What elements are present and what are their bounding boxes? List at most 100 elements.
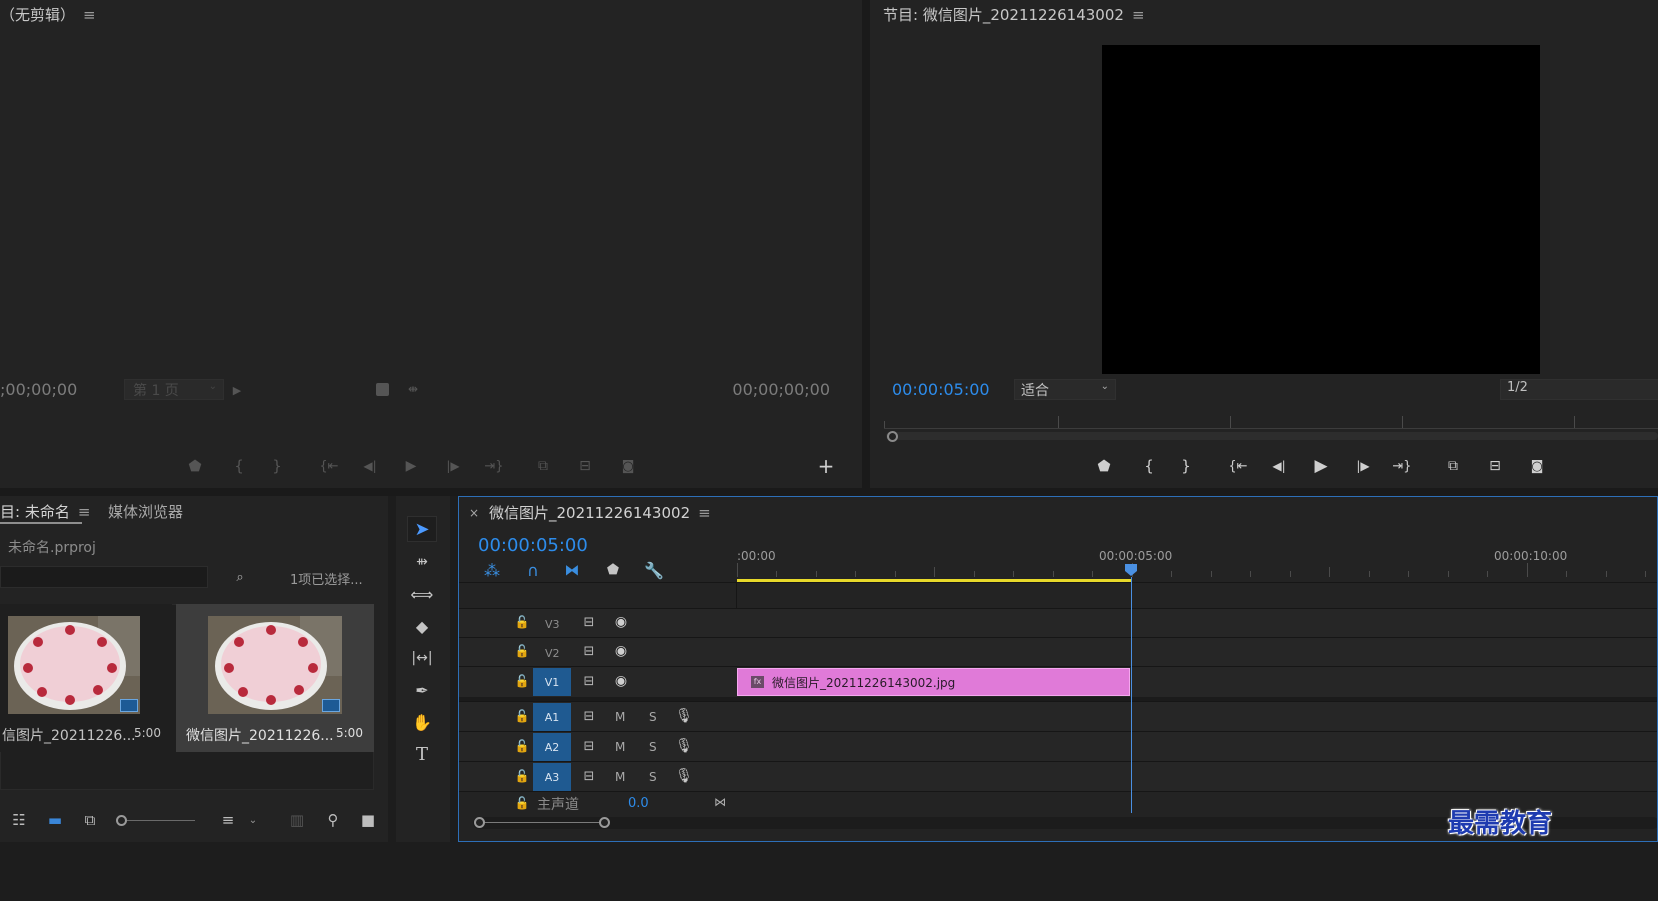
chevron-down-icon[interactable]: ⌄ [246, 811, 260, 829]
clip-thumbnail[interactable] [208, 616, 342, 714]
icon-view-icon[interactable]: ▬ [44, 811, 66, 829]
insert-icon[interactable]: ⧉ [530, 457, 556, 475]
zoom-handle-left[interactable] [887, 431, 898, 442]
mark-in-icon[interactable]: { [230, 457, 248, 475]
close-sequence-icon[interactable]: × [469, 506, 479, 520]
scrollbar-handle-left[interactable] [474, 817, 485, 828]
panel-menu-icon[interactable]: ≡ [83, 6, 96, 24]
sync-lock-icon[interactable]: ⊟ [580, 708, 598, 724]
program-monitor-title[interactable]: 节目: 微信图片_20211226143002 ≡ [883, 4, 1145, 25]
page-select[interactable]: 第 1 页 ⌄ [124, 379, 224, 400]
mark-out-icon[interactable]: } [268, 457, 286, 475]
project-item[interactable]: 信图片_20211226... 5:00 [0, 604, 172, 752]
slip-tool-icon[interactable]: |↔| [408, 646, 436, 670]
step-back-icon[interactable]: ◀| [360, 457, 380, 475]
export-frame-icon[interactable]: ◙ [618, 457, 638, 475]
selection-tool-icon[interactable]: ➤ [407, 516, 437, 542]
mute-button[interactable]: M [615, 770, 625, 784]
step-forward-icon[interactable]: |▶ [442, 457, 464, 475]
list-view-icon[interactable]: ☷ [8, 811, 30, 829]
linked-selection-icon[interactable]: ⧓ [561, 560, 583, 580]
snap-magnet-icon[interactable]: ∩ [522, 560, 544, 580]
microphone-icon[interactable]: 🎙 [675, 737, 693, 755]
sort-icon[interactable]: ≡ [218, 811, 238, 829]
automate-sequence-icon[interactable]: ▥ [286, 811, 308, 829]
go-to-next-edit-icon[interactable]: ⋈ [711, 794, 729, 810]
master-volume-value[interactable]: 0.0 [628, 796, 649, 811]
step-forward-icon[interactable]: |▶ [1352, 457, 1374, 475]
freeform-view-icon[interactable]: ⧉ [78, 811, 102, 829]
play-icon[interactable]: ▶ [402, 457, 420, 475]
export-frame-icon[interactable]: ◙ [1526, 457, 1548, 475]
sync-lock-icon[interactable]: ⊟ [580, 768, 598, 784]
go-to-in-icon[interactable]: {⇤ [1227, 457, 1249, 475]
mark-out-icon[interactable]: } [1177, 457, 1195, 475]
resolution-select[interactable]: 1/2 [1500, 379, 1658, 400]
mute-button[interactable]: M [615, 710, 625, 724]
sync-lock-icon[interactable]: ⊟ [580, 673, 598, 689]
eye-icon[interactable]: ◉ [612, 643, 630, 659]
mark-in-icon[interactable]: { [1140, 457, 1158, 475]
tab-media-browser[interactable]: 媒体浏览器 [108, 501, 183, 522]
track-target-a1[interactable]: A1 [533, 703, 571, 731]
go-to-out-icon[interactable]: ⇥} [1390, 457, 1414, 475]
solo-button[interactable]: S [649, 740, 657, 754]
step-back-icon[interactable]: ◀| [1269, 457, 1289, 475]
wrench-icon[interactable]: 🔧 [643, 560, 665, 580]
timeline-playhead-timecode[interactable]: 00:00:05:00 [478, 535, 588, 556]
go-to-out-icon[interactable]: ⇥} [482, 457, 506, 475]
eye-icon[interactable]: ◉ [612, 614, 630, 630]
time-ruler[interactable] [737, 563, 1657, 579]
lift-icon[interactable]: ⧉ [1440, 457, 1466, 475]
clip-thumbnail[interactable] [8, 616, 140, 714]
marker-icon[interactable]: ⬟ [186, 457, 204, 475]
lock-icon[interactable]: 🔓 [515, 643, 530, 659]
panel-divider[interactable] [862, 0, 870, 490]
horizontal-divider[interactable] [0, 488, 1658, 496]
solo-button[interactable]: S [649, 770, 657, 784]
track-target-a2[interactable]: A2 [533, 733, 571, 761]
hand-tool-icon[interactable]: ✋ [408, 710, 436, 734]
project-item-selected[interactable]: 微信图片_20211226... 5:00 [176, 604, 374, 752]
nest-toggle-icon[interactable]: ⁂ [481, 560, 503, 580]
program-video-frame[interactable] [1102, 45, 1540, 374]
mute-button[interactable]: M [615, 740, 625, 754]
lock-icon[interactable]: 🔓 [515, 708, 530, 724]
lock-icon[interactable]: 🔓 [515, 795, 530, 811]
tab-project[interactable]: 目: 未命名 ≡ [0, 501, 90, 522]
lock-icon[interactable]: 🔓 [515, 738, 530, 754]
eye-icon[interactable]: ◉ [612, 673, 630, 689]
new-bin-icon[interactable]: ■ [358, 811, 378, 829]
zoom-slider-track[interactable] [127, 820, 195, 821]
play-icon[interactable]: ▶ [1311, 456, 1331, 476]
razor-tool-icon[interactable]: ◆ [408, 614, 436, 638]
go-to-in-icon[interactable]: {⇤ [318, 457, 340, 475]
play-triangle-icon[interactable]: ▶ [230, 381, 244, 399]
find-bin-icon[interactable]: ⌕ [230, 568, 250, 586]
playhead-line[interactable] [1131, 577, 1132, 813]
sync-lock-icon[interactable]: ⊟ [580, 643, 598, 659]
overwrite-icon[interactable]: ⊟ [572, 457, 598, 475]
pen-tool-icon[interactable]: ✒ [408, 678, 436, 702]
sync-lock-icon[interactable]: ⊟ [580, 614, 598, 630]
playhead-handle[interactable] [1124, 563, 1138, 577]
lock-icon[interactable]: 🔓 [515, 673, 530, 689]
panel-menu-icon[interactable]: ≡ [1132, 6, 1145, 24]
sync-lock-icon[interactable]: ⊟ [580, 738, 598, 754]
search-input[interactable] [0, 566, 208, 588]
extract-icon[interactable]: ⊟ [1482, 457, 1508, 475]
fit-select[interactable]: 适合 ⌄ [1014, 379, 1116, 400]
scrollbar-handle-right[interactable] [599, 817, 610, 828]
timeline-clip[interactable]: fx 微信图片_20211226143002.jpg [737, 668, 1130, 696]
microphone-icon[interactable]: 🎙 [675, 767, 693, 785]
program-playhead-timecode[interactable]: 00:00:05:00 [892, 380, 990, 399]
lock-icon[interactable]: 🔓 [515, 614, 530, 630]
add-button-icon[interactable]: + [816, 454, 836, 478]
scrollbar-thumb[interactable] [479, 822, 605, 823]
ripple-edit-tool-icon[interactable]: ⟺ [408, 582, 436, 606]
zoom-slider-handle[interactable] [116, 815, 127, 826]
panel-menu-icon[interactable]: ≡ [698, 504, 711, 522]
safe-margins-icon[interactable] [374, 381, 390, 397]
source-monitor-title[interactable]: （无剪辑） ≡ [0, 4, 96, 25]
panel-menu-icon[interactable]: ≡ [78, 503, 91, 521]
